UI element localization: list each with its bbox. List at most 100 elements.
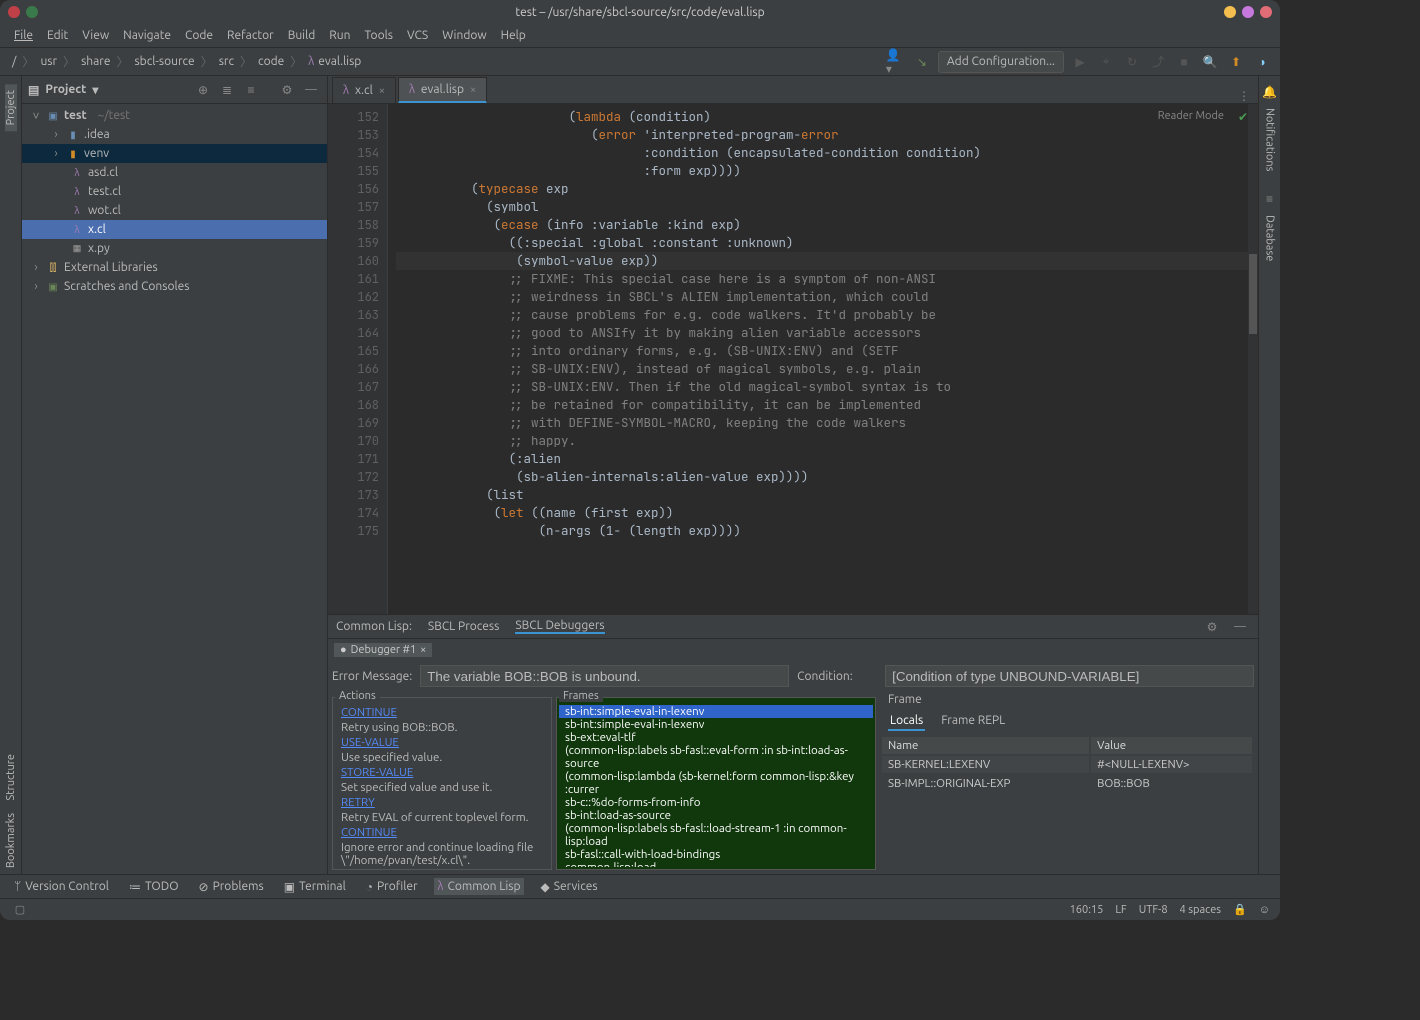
- breadcrumb[interactable]: /: [8, 53, 20, 70]
- action-item[interactable]: Ignore error and continue loading file \…: [335, 840, 549, 867]
- error-message-field[interactable]: [420, 665, 789, 687]
- condition-field[interactable]: [885, 665, 1254, 687]
- breadcrumb[interactable]: code: [254, 53, 288, 70]
- tree-scratch[interactable]: ›▣Scratches and Consoles: [22, 277, 327, 296]
- rail-project[interactable]: Project: [5, 84, 17, 131]
- action-item[interactable]: Use specified value.: [335, 750, 549, 765]
- menu-window[interactable]: Window: [436, 27, 492, 44]
- frame-item[interactable]: sb-fasl::call-with-load-bindings: [559, 848, 873, 861]
- indent[interactable]: 4 spaces: [1180, 904, 1222, 916]
- debugger-tab[interactable]: ● Debugger #1 ×: [334, 643, 432, 657]
- menu-run[interactable]: Run: [323, 27, 356, 44]
- sidebar-title[interactable]: ▤ Project ▾: [28, 83, 98, 97]
- frame-item[interactable]: sb-int:load-as-source: [559, 809, 873, 822]
- tool-vc[interactable]: ᛘ Version Control: [10, 878, 113, 895]
- menu-navigate[interactable]: Navigate: [117, 27, 177, 44]
- ide-settings-icon[interactable]: ◑: [1252, 52, 1272, 72]
- tree-root[interactable]: ˅▣ test ~/test: [22, 106, 327, 125]
- frame-item[interactable]: (common-lisp:labels sb-fasl::load-stream…: [559, 822, 873, 848]
- stop-icon[interactable]: ■: [1174, 52, 1194, 72]
- editor[interactable]: 1521531541551561571581591601611621631641…: [328, 104, 1258, 614]
- breadcrumb[interactable]: usr: [36, 53, 61, 70]
- run-icon[interactable]: ▶: [1070, 52, 1090, 72]
- rail-bookmarks[interactable]: Bookmarks: [5, 807, 17, 874]
- menu-file[interactable]: File: [8, 27, 39, 44]
- tab-frame-repl[interactable]: Frame REPL: [939, 712, 1007, 731]
- gear-icon[interactable]: ⚙: [1202, 617, 1222, 637]
- menu-vcs[interactable]: VCS: [401, 27, 434, 44]
- tree-wot[interactable]: λwot.cl: [22, 201, 327, 220]
- tab-sbcl-process[interactable]: SBCL Process: [428, 620, 499, 633]
- hide-icon[interactable]: —: [1230, 617, 1250, 637]
- action-item[interactable]: RETRY: [335, 795, 549, 810]
- menu-tools[interactable]: Tools: [358, 27, 399, 44]
- hide-icon[interactable]: —: [301, 80, 321, 100]
- tab-locals[interactable]: Locals: [888, 712, 925, 731]
- menu-refactor[interactable]: Refactor: [221, 27, 280, 44]
- search-icon[interactable]: 🔍: [1200, 52, 1220, 72]
- tool-profiler[interactable]: ◔ Profiler: [362, 878, 422, 896]
- breadcrumb[interactable]: sbcl-source: [130, 53, 198, 70]
- close-icon[interactable]: ×: [379, 85, 385, 97]
- user-icon[interactable]: 👤▾: [886, 52, 906, 72]
- rail-notifications[interactable]: Notifications: [1264, 102, 1276, 177]
- menu-build[interactable]: Build: [282, 27, 322, 44]
- frame-item[interactable]: common-lisp:load: [559, 861, 873, 867]
- action-item[interactable]: Retry using BOB::BOB.: [335, 720, 549, 735]
- frame-item[interactable]: sb-int:simple-eval-in-lexenv: [559, 718, 873, 731]
- menu-view[interactable]: View: [76, 27, 115, 44]
- coverage-icon[interactable]: ↻: [1122, 52, 1142, 72]
- tool-todo[interactable]: ≔ TODO: [125, 878, 183, 896]
- action-item[interactable]: Set specified value and use it.: [335, 780, 549, 795]
- tab-eval[interactable]: λeval.lisp×: [398, 77, 487, 103]
- breadcrumb[interactable]: share: [77, 53, 114, 70]
- line-ending[interactable]: LF: [1115, 904, 1126, 916]
- collapse-icon[interactable]: ≡: [241, 80, 261, 100]
- action-item[interactable]: CONTINUE: [335, 705, 549, 720]
- rail-structure[interactable]: Structure: [5, 748, 17, 807]
- expand-icon[interactable]: ≣: [217, 80, 237, 100]
- status-icon[interactable]: ▢: [10, 900, 30, 920]
- debug-icon[interactable]: ⌖: [1096, 52, 1116, 72]
- action-item[interactable]: STORE-VALUE: [335, 765, 549, 780]
- action-item[interactable]: CONTINUE: [335, 825, 549, 840]
- tree-extlib[interactable]: ›⫿⫿External Libraries: [22, 258, 327, 277]
- scrollbar[interactable]: [1248, 104, 1258, 614]
- tab-xcl[interactable]: λx.cl×: [332, 77, 396, 103]
- locals-row[interactable]: SB-KERNEL:LEXENV#<NULL-LEXENV>: [882, 756, 1252, 773]
- close-icon[interactable]: ×: [470, 84, 476, 96]
- gear-icon[interactable]: ⚙: [277, 80, 297, 100]
- database-icon[interactable]: ≡: [1260, 189, 1280, 209]
- rail-database[interactable]: Database: [1264, 209, 1276, 267]
- tool-problems[interactable]: ⊘ Problems: [195, 878, 268, 896]
- tree-xcl[interactable]: λx.cl: [22, 220, 327, 239]
- bell-icon[interactable]: 🔔: [1260, 82, 1280, 102]
- tree-test[interactable]: λtest.cl: [22, 182, 327, 201]
- reader-mode-label[interactable]: Reader Mode: [1158, 110, 1224, 122]
- code-area[interactable]: (lambda (condition) (error 'interpreted-…: [388, 104, 1258, 614]
- readonly-icon[interactable]: 🔒: [1233, 903, 1247, 916]
- caret-position[interactable]: 160:15: [1070, 904, 1104, 916]
- tool-terminal[interactable]: ▣ Terminal: [280, 878, 350, 896]
- locals-row[interactable]: SB-IMPL::ORIGINAL-EXPBOB::BOB: [882, 775, 1252, 792]
- action-item[interactable]: Retry EVAL of current toplevel form.: [335, 810, 549, 825]
- add-configuration-button[interactable]: Add Configuration...: [938, 51, 1064, 73]
- menu-help[interactable]: Help: [495, 27, 532, 44]
- locate-icon[interactable]: ⊕: [193, 80, 213, 100]
- tree-xpy[interactable]: ▦x.py: [22, 239, 327, 258]
- frame-item[interactable]: (common-lisp:labels sb-fasl::eval-form :…: [559, 744, 873, 770]
- sync-icon[interactable]: ⬆: [1226, 52, 1246, 72]
- menu-edit[interactable]: Edit: [41, 27, 74, 44]
- profile-icon[interactable]: ⤴: [1148, 52, 1168, 72]
- tree-asd[interactable]: λasd.cl: [22, 163, 327, 182]
- more-icon[interactable]: ⋮: [1238, 89, 1258, 103]
- breadcrumb[interactable]: src: [215, 53, 238, 70]
- tree-idea[interactable]: ›▮.idea: [22, 125, 327, 144]
- breadcrumb[interactable]: λeval.lisp: [304, 53, 365, 70]
- ide-status-icon[interactable]: ☺: [1259, 904, 1270, 916]
- inspection-ok-icon[interactable]: ✔: [1238, 110, 1248, 124]
- frame-item[interactable]: sb-int:simple-eval-in-lexenv: [559, 705, 873, 718]
- menu-code[interactable]: Code: [179, 27, 219, 44]
- tool-lisp[interactable]: λ Common Lisp: [434, 878, 525, 895]
- frame-item[interactable]: sb-c::%do-forms-from-info: [559, 796, 873, 809]
